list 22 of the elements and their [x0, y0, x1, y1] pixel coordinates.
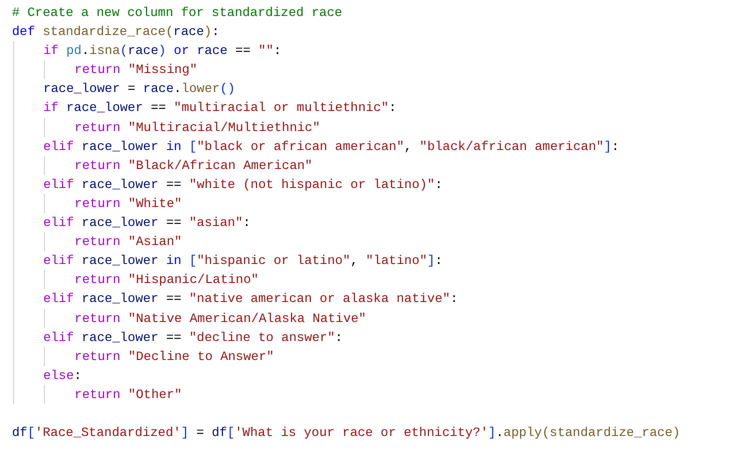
code-line: elif race_lower == "native american or alaska native":	[43, 290, 458, 308]
code-line: elif race_lower in ["black or african american", "black/african american"]:	[43, 138, 620, 156]
code-line: return "Multiracial/Multiethnic"	[74, 118, 320, 137]
code-line: return "Decline to Answer"	[74, 348, 274, 366]
code-line: race_lower = race.lower()	[43, 80, 236, 98]
code-line: return "Hispanic/Latino"	[74, 271, 259, 290]
code-line: def standardize_race(race):	[12, 23, 220, 42]
code-line: if pd.isna(race) or race == "":	[43, 42, 282, 60]
code-line: return "Other"	[74, 386, 182, 404]
code-line: elif race_lower == "white (not hispanic or latino)":	[43, 176, 443, 194]
code-line: return "White"	[74, 194, 182, 213]
code-line: return "Asian"	[74, 233, 182, 252]
code-line: else:	[43, 366, 82, 385]
code-line: # Create a new column for standardized race	[12, 4, 342, 22]
code-line: if race_lower == "multiracial or multiethnic":	[43, 99, 396, 118]
code-line: return "Black/African American"	[74, 156, 312, 175]
code-line: elif race_lower == "asian":	[43, 214, 251, 232]
code-line: df['Race_Standardized'] = df['What is your race or ethnicity?'].apply(standardize_race)	[12, 424, 680, 442]
code-line: return "Missing"	[74, 61, 198, 80]
code-line: elif race_lower == "decline to answer":	[43, 328, 343, 347]
code-line: elif race_lower in ["hispanic or latino", "latino"]:	[43, 252, 443, 270]
code-line: return "Native American/Alaska Native"	[74, 310, 366, 328]
